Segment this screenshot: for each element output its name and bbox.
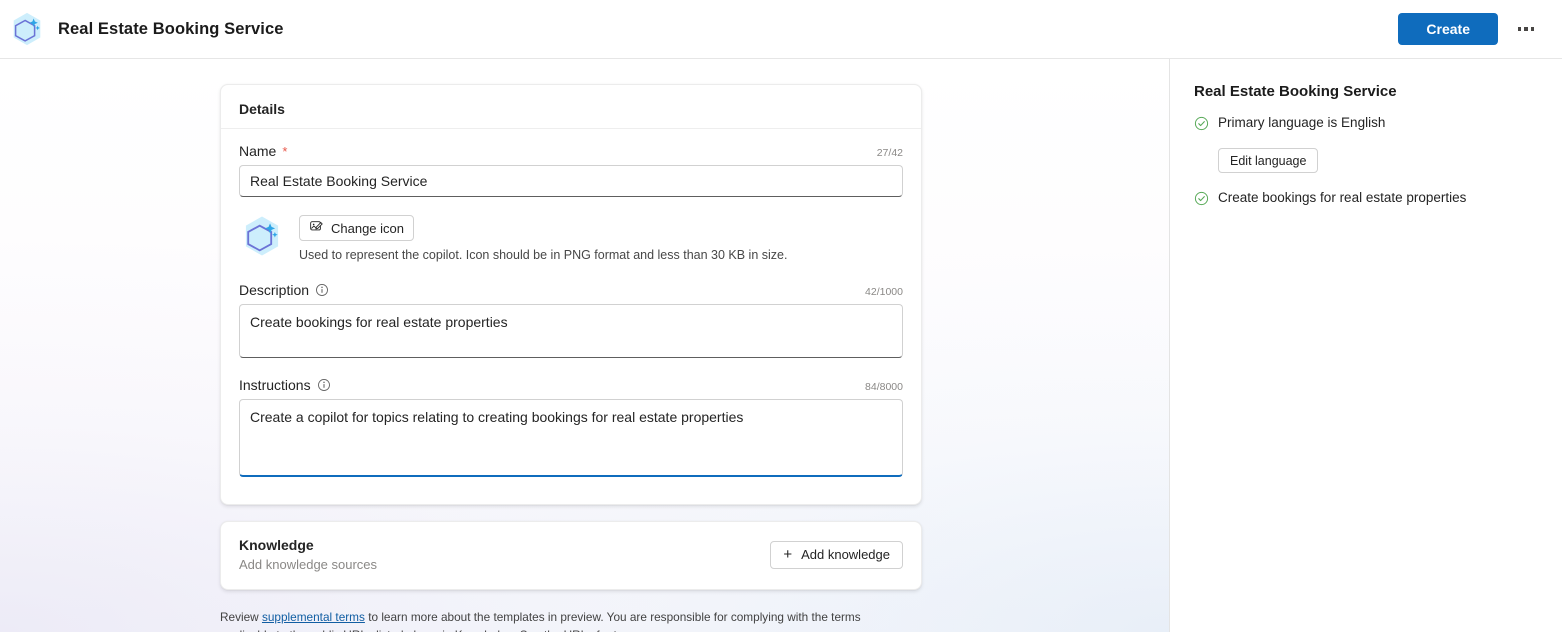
name-counter: 27/42 (876, 147, 903, 159)
details-card-header: Details (221, 85, 921, 129)
add-knowledge-button[interactable]: + Add knowledge (770, 540, 903, 569)
disclaimer-before-link: Review (220, 610, 262, 624)
icon-hint-text: Used to represent the copilot. Icon shou… (299, 248, 788, 262)
description-label-text: Description (239, 282, 310, 298)
name-label-text: Name (239, 143, 277, 159)
details-card: Details Name * 27/42 Real Estate Booking… (220, 84, 922, 505)
check-circle-icon (1194, 114, 1209, 136)
more-dot (1524, 27, 1528, 31)
name-input[interactable] (239, 165, 903, 197)
info-icon[interactable] (317, 378, 331, 392)
image-edit-icon (309, 219, 324, 237)
description-field-header: Description 42/1000 (239, 282, 903, 298)
main-content: Details Name * 27/42 Real Estate Booking… (0, 59, 1169, 632)
copilot-hexagon-sparkle-icon (8, 10, 46, 48)
required-asterisk: * (282, 143, 288, 159)
supplemental-terms-link[interactable]: supplemental terms (262, 610, 365, 624)
instructions-textarea[interactable] (239, 399, 903, 477)
copilot-create-page: Real Estate Booking Service Create Detai… (0, 0, 1562, 632)
summary-item-label: Create bookings for real estate properti… (1218, 190, 1467, 205)
icon-row-controls: Change icon Used to represent the copilo… (299, 215, 787, 262)
more-options-icon[interactable] (1510, 13, 1542, 45)
copilot-icon-preview (239, 213, 285, 264)
header-left-group: Real Estate Booking Service (8, 10, 284, 48)
add-knowledge-label: Add knowledge (801, 547, 890, 562)
plus-icon: + (783, 546, 793, 563)
details-card-body: Name * 27/42 Real Estate Booking Service… (221, 129, 921, 504)
copilot-icon-row: Change icon Used to represent the copilo… (239, 213, 903, 264)
description-label: Description (239, 282, 329, 298)
disclaimer-text: Review supplemental terms to learn more … (220, 608, 910, 632)
description-counter: 42/1000 (865, 286, 903, 298)
description-textarea[interactable] (239, 304, 903, 358)
instructions-field-header: Instructions 84/8000 (239, 377, 903, 393)
summary-item-language: Primary language is English (1194, 114, 1542, 136)
summary-item-label: Primary language is English (1218, 115, 1386, 130)
change-icon-button[interactable]: Change icon (299, 215, 414, 241)
app-header: Real Estate Booking Service Create (0, 0, 1562, 59)
name-label: Name * (239, 143, 287, 159)
header-actions: Create (1398, 13, 1542, 45)
edit-language-button[interactable]: Edit language (1218, 148, 1319, 173)
info-icon[interactable] (315, 283, 329, 297)
more-dot (1517, 27, 1522, 31)
summary-item-description: Create bookings for real estate properti… (1194, 189, 1542, 211)
knowledge-title: Knowledge (239, 537, 314, 553)
check-circle-icon (1194, 189, 1209, 211)
summary-title: Real Estate Booking Service (1194, 83, 1397, 100)
instructions-label: Instructions (239, 377, 331, 393)
page-body: Details Name * 27/42 Real Estate Booking… (0, 59, 1562, 632)
instructions-label-text: Instructions (239, 377, 311, 393)
main-scroll-area: Details Name * 27/42 Real Estate Booking… (0, 59, 1169, 632)
knowledge-card: Knowledge Add knowledge sources + Add kn… (220, 521, 922, 590)
change-icon-label: Change icon (331, 220, 404, 236)
name-field-header: Name * 27/42 (239, 143, 903, 159)
details-title: Details (239, 101, 285, 117)
knowledge-subtitle: Add knowledge sources (239, 557, 378, 572)
create-button[interactable]: Create (1398, 13, 1498, 45)
page-title: Real Estate Booking Service (58, 19, 284, 38)
knowledge-text-group: Knowledge Add knowledge sources (239, 537, 377, 572)
instructions-counter: 84/8000 (865, 381, 903, 393)
summary-panel: Real Estate Booking Service Primary lang… (1169, 59, 1562, 632)
more-dot (1530, 27, 1535, 31)
